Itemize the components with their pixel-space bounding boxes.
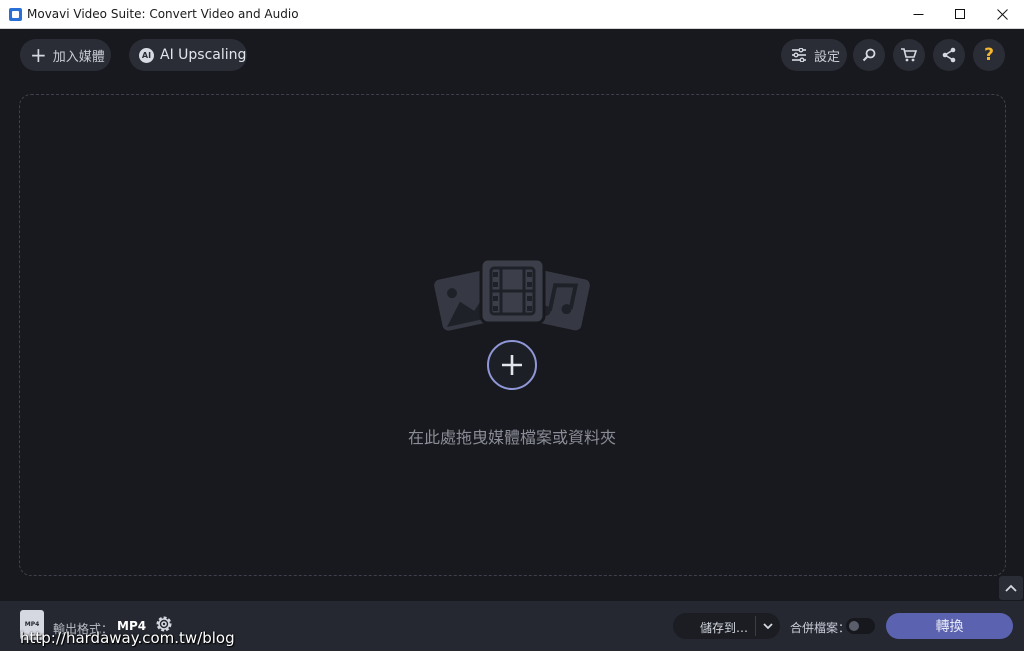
chevron-up-icon [1005, 584, 1017, 592]
minimize-button[interactable] [896, 0, 940, 29]
settings-button[interactable]: 設定 [781, 39, 847, 71]
divider [755, 616, 756, 636]
share-icon [942, 47, 956, 63]
media-types-icon [434, 257, 590, 331]
share-button[interactable] [933, 39, 965, 71]
save-to-label: 儲存到… [700, 621, 749, 635]
expand-panel-button[interactable] [999, 576, 1023, 600]
maximize-icon [954, 9, 965, 19]
help-icon: ? [984, 45, 994, 65]
convert-button[interactable]: 轉換 [886, 613, 1013, 639]
toggle-knob [849, 621, 859, 631]
window-title: Movavi Video Suite: Convert Video and Au… [27, 7, 299, 21]
chevron-down-icon[interactable] [761, 617, 775, 635]
close-button[interactable] [980, 0, 1024, 29]
title-bar: Movavi Video Suite: Convert Video and Au… [0, 0, 1024, 29]
merge-files-label: 合併檔案： [790, 621, 851, 635]
search-button[interactable] [853, 39, 885, 71]
search-icon [862, 48, 876, 62]
add-media-circle-button[interactable] [487, 340, 537, 390]
sliders-icon [792, 48, 806, 62]
minimize-icon [913, 14, 923, 15]
add-media-label: 加入媒體 [52, 49, 105, 65]
ai-upscaling-label: AI Upscaling [160, 47, 247, 63]
settings-label: 設定 [814, 49, 841, 65]
close-icon [996, 9, 1008, 20]
maximize-button[interactable] [938, 0, 982, 29]
cart-icon [901, 48, 918, 62]
plus-icon [502, 355, 522, 375]
cart-button[interactable] [893, 39, 925, 71]
ai-icon: AI [139, 47, 154, 63]
app-icon [9, 8, 22, 21]
merge-files-toggle[interactable] [846, 618, 875, 634]
help-button[interactable]: ? [973, 39, 1005, 71]
drop-hint: 在此處拖曳媒體檔案或資料夾 [407, 428, 616, 447]
add-media-button[interactable]: + 加入媒體 [20, 39, 111, 71]
format-badge: MP4 [24, 621, 40, 628]
save-to-dropdown[interactable]: 儲存到… [673, 613, 780, 639]
watermark-text: http://hardaway.com.tw/blog [20, 629, 235, 647]
plus-icon: + [30, 43, 47, 67]
ai-upscaling-button[interactable]: AI AI Upscaling [129, 39, 247, 71]
bottom-bar: MP4 輸出格式： MP4 http://hardaway.com.tw/blo… [0, 601, 1024, 651]
